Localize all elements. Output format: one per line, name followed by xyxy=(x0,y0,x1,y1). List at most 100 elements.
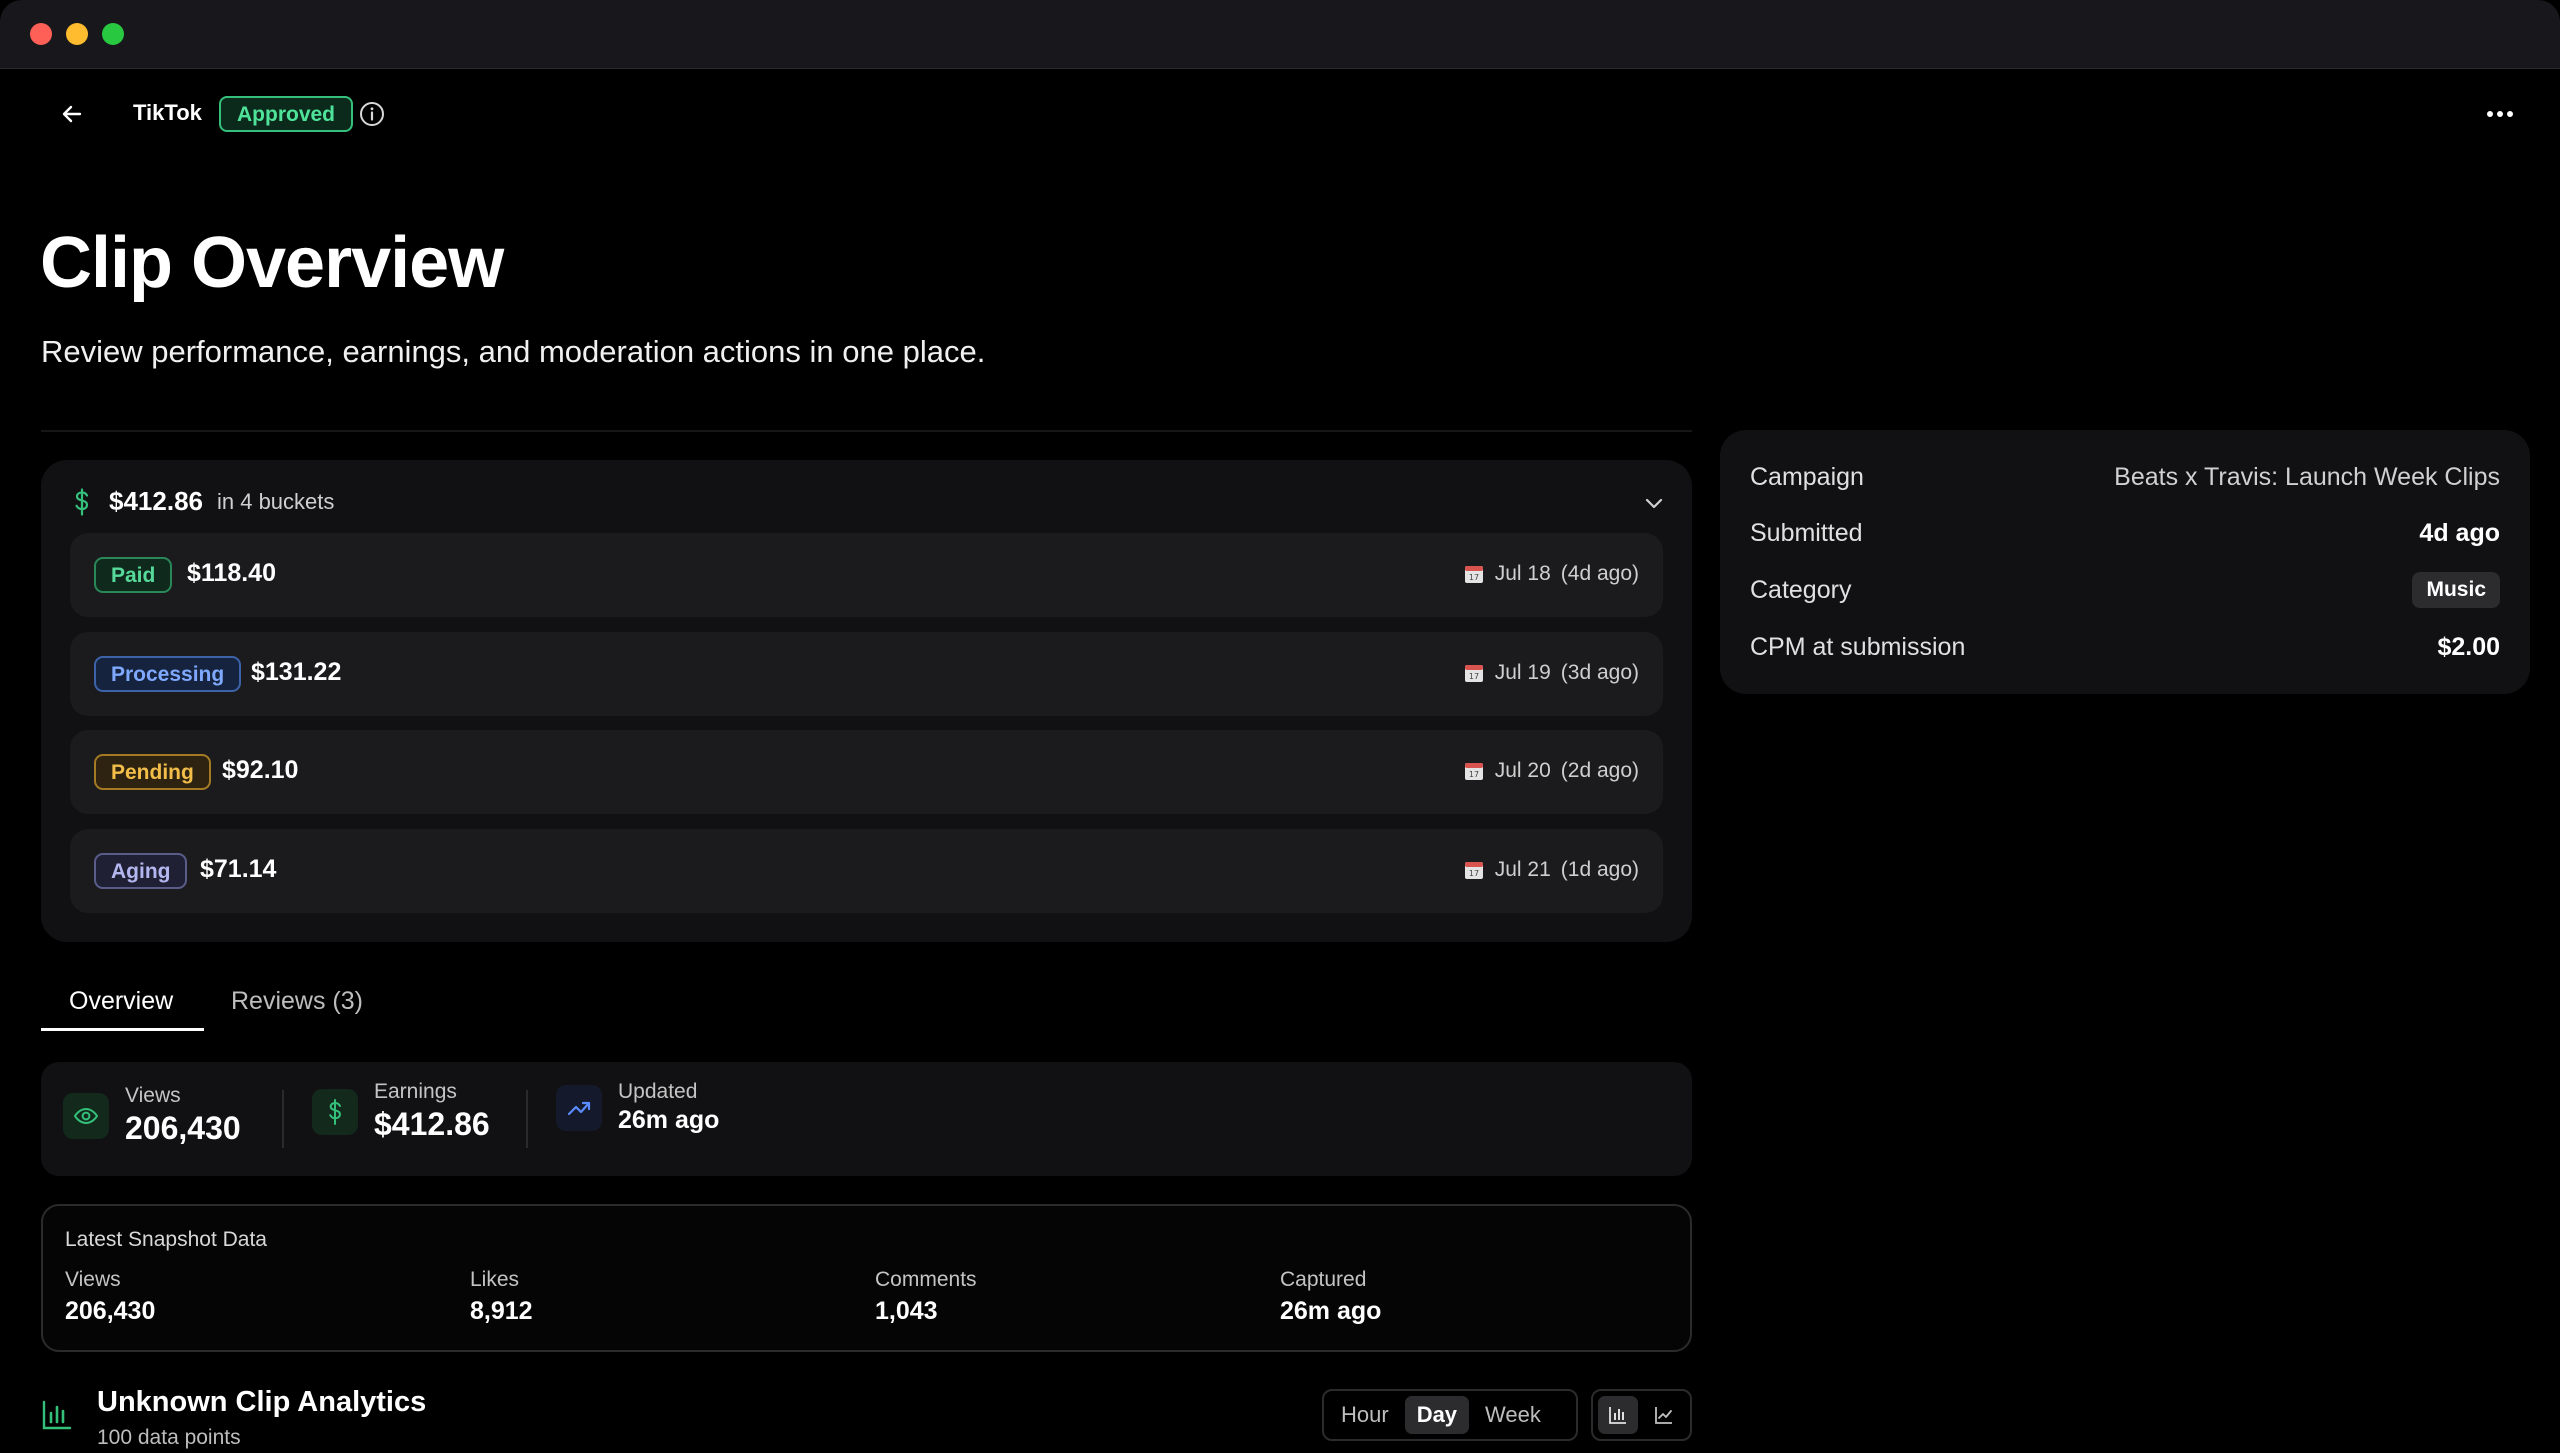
bucket-date-text: Jul 19 xyxy=(1494,661,1551,684)
views-value: 206,430 xyxy=(125,1110,241,1146)
svg-text:17: 17 xyxy=(1469,573,1479,582)
snapshot-likes: Likes 8,912 xyxy=(470,1268,533,1326)
bucket-date-text: Jul 21 xyxy=(1494,858,1551,881)
arrow-left-icon xyxy=(62,105,82,123)
campaign-row: Campaign Beats x Travis: Launch Week Cli… xyxy=(1750,457,2500,497)
earnings-value: $412.86 xyxy=(374,1106,490,1142)
earnings-summary: $412.86 in 4 buckets xyxy=(69,486,334,517)
bucket-date-text: Jul 18 xyxy=(1494,562,1551,585)
bucket-date-text: Jul 20 xyxy=(1494,759,1551,782)
snapshot-comments: Comments 1,043 xyxy=(875,1268,977,1326)
svg-text:17: 17 xyxy=(1469,770,1479,779)
eye-icon xyxy=(63,1092,109,1139)
bar-chart-icon xyxy=(1609,1407,1626,1424)
line-chart-icon xyxy=(1655,1407,1672,1424)
bucket-amount: $118.40 xyxy=(187,559,276,587)
cpm-row: CPM at submission $2.00 xyxy=(1750,627,2500,667)
bucket-row-aging[interactable]: Aging $71.14 17 Jul 21 (1d ago) xyxy=(70,829,1663,913)
bucket-date-ago: (3d ago) xyxy=(1560,661,1639,684)
calendar-icon: 17 xyxy=(1464,862,1483,879)
chart-type-selector xyxy=(1591,1389,1692,1441)
snapshot-value: 8,912 xyxy=(470,1297,533,1325)
range-week-button[interactable]: Week xyxy=(1473,1396,1553,1434)
page-subtitle: Review performance, earnings, and modera… xyxy=(41,334,986,369)
category-label: Category xyxy=(1750,575,1852,604)
range-day-button[interactable]: Day xyxy=(1404,1396,1470,1434)
page-title: Clip Overview xyxy=(40,223,504,303)
snapshot-value: 1,043 xyxy=(875,1297,938,1325)
bucket-row-processing[interactable]: Processing $131.22 17 Jul 19 (3d ago) xyxy=(70,632,1663,716)
updated-stat: Updated 26m ago xyxy=(556,1080,719,1135)
app-window: TikTok Approved Clip Overview Review per… xyxy=(0,0,2560,1453)
earnings-label: Earnings xyxy=(374,1080,457,1103)
campaign-label: Campaign xyxy=(1750,462,1864,491)
clip-details-card: Campaign Beats x Travis: Launch Week Cli… xyxy=(1720,430,2530,694)
bucket-amount: $131.22 xyxy=(251,658,342,686)
campaign-value: Beats x Travis: Launch Week Clips xyxy=(2114,462,2500,491)
updated-value: 26m ago xyxy=(618,1106,720,1134)
bucket-date-ago: (4d ago) xyxy=(1560,562,1639,585)
bucket-date: 17 Jul 21 (1d ago) xyxy=(1463,858,1639,882)
calendar-icon: 17 xyxy=(1464,566,1483,583)
calendar-icon: 17 xyxy=(1464,763,1483,780)
chevron-down-icon[interactable] xyxy=(1641,490,1667,516)
snapshot-captured: Captured 26m ago xyxy=(1280,1268,1381,1326)
trending-up-icon xyxy=(556,1084,602,1131)
bucket-status-badge: Aging xyxy=(94,853,188,889)
bucket-status-badge: Processing xyxy=(94,656,242,692)
svg-text:17: 17 xyxy=(1469,672,1479,681)
more-options-button[interactable] xyxy=(2484,100,2516,128)
bucket-amount: $71.14 xyxy=(200,855,277,883)
analytics-title: Unknown Clip Analytics xyxy=(97,1386,427,1418)
snapshot-title: Latest Snapshot Data xyxy=(65,1228,267,1251)
range-hour-button[interactable]: Hour xyxy=(1329,1396,1401,1434)
info-icon[interactable] xyxy=(358,100,386,128)
category-row: Category Music xyxy=(1750,570,2500,610)
submitted-label: Submitted xyxy=(1750,518,1863,547)
snapshot-label: Views xyxy=(65,1268,121,1291)
submitted-value: 4d ago xyxy=(2419,518,2500,547)
platform-name: TikTok xyxy=(133,100,202,125)
bucket-date: 17 Jul 20 (2d ago) xyxy=(1463,759,1639,783)
submitted-row: Submitted 4d ago xyxy=(1750,513,2500,553)
stat-divider xyxy=(282,1090,284,1148)
earnings-stat: Earnings $412.86 xyxy=(312,1080,490,1143)
section-divider xyxy=(41,430,1692,432)
bucket-row-pending[interactable]: Pending $92.10 17 Jul 20 (2d ago) xyxy=(70,730,1663,814)
views-label: Views xyxy=(125,1084,181,1107)
snapshot-label: Captured xyxy=(1280,1268,1367,1291)
bar-chart-mode-button[interactable] xyxy=(1598,1396,1638,1434)
minimize-window-button[interactable] xyxy=(66,23,88,45)
maximize-window-button[interactable] xyxy=(102,23,124,45)
dollar-icon xyxy=(75,487,89,516)
stat-divider xyxy=(526,1090,528,1148)
tab-overview[interactable]: Overview xyxy=(69,987,173,1016)
cpm-value: $2.00 xyxy=(2437,632,2500,661)
bucket-date: 17 Jul 19 (3d ago) xyxy=(1463,661,1639,685)
cpm-label: CPM at submission xyxy=(1750,632,1966,661)
calendar-icon: 17 xyxy=(1464,665,1483,682)
latest-snapshot-card: Latest Snapshot Data Views 206,430 Likes… xyxy=(41,1204,1692,1352)
dollar-icon xyxy=(312,1088,358,1135)
snapshot-value: 26m ago xyxy=(1280,1297,1382,1325)
earnings-total: $412.86 xyxy=(109,486,203,516)
back-button[interactable] xyxy=(56,98,88,130)
snapshot-value: 206,430 xyxy=(65,1297,156,1325)
time-range-selector: Hour Day Week xyxy=(1322,1389,1578,1441)
close-window-button[interactable] xyxy=(30,23,52,45)
earnings-buckets-card: $412.86 in 4 buckets Paid $118.40 17 Jul… xyxy=(41,460,1692,942)
bucket-date-ago: (2d ago) xyxy=(1560,759,1639,782)
updated-label: Updated xyxy=(618,1080,698,1103)
stats-bar: Views 206,430 Earnings $412.86 Updated 2… xyxy=(41,1062,1692,1176)
bucket-row-paid[interactable]: Paid $118.40 17 Jul 18 (4d ago) xyxy=(70,533,1663,617)
more-horizontal-icon xyxy=(2487,111,2513,117)
analytics-subtitle: 100 data points xyxy=(97,1426,241,1449)
line-chart-mode-button[interactable] xyxy=(1644,1396,1684,1434)
title-bar xyxy=(0,0,2560,69)
tab-reviews[interactable]: Reviews (3) xyxy=(231,987,363,1016)
bucket-status-badge: Paid xyxy=(94,557,173,593)
snapshot-views: Views 206,430 xyxy=(65,1268,155,1326)
bucket-date: 17 Jul 18 (4d ago) xyxy=(1463,562,1639,586)
active-tab-indicator xyxy=(41,1028,204,1031)
category-pill: Music xyxy=(2412,572,2500,608)
